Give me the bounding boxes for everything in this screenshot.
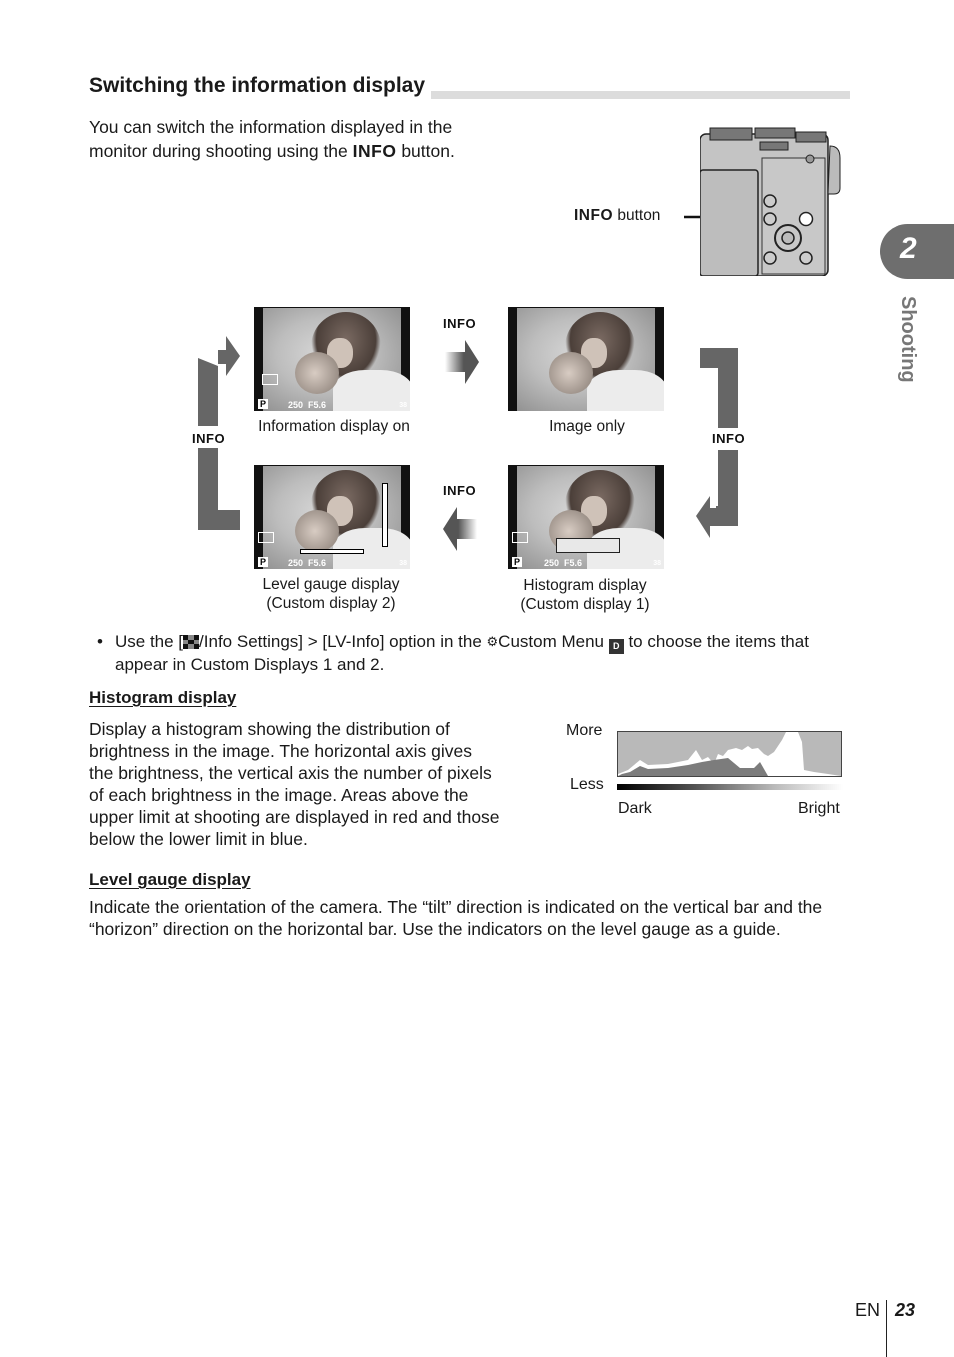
info-arrow-label: INFO <box>192 431 226 446</box>
histogram-shape <box>618 732 841 776</box>
aperture: F5.6 <box>308 400 327 410</box>
section-title: Switching the information display <box>89 72 432 100</box>
caption-line: (Custom display 2) <box>266 595 396 612</box>
bullet-marker: • <box>97 632 103 651</box>
caption-info-display-on: Information display on <box>258 418 410 435</box>
custom-menu-d-icon: D <box>608 639 624 654</box>
aperture: F5.6 <box>308 558 327 568</box>
vertical-level-bar <box>382 483 388 547</box>
chapter-label: Shooting <box>877 296 937 406</box>
bullet-note: • Use the [ /Info Settings] > [LV-Info] o… <box>97 631 857 676</box>
info-key-name: INFO <box>352 140 397 161</box>
screen-image-only <box>508 307 664 411</box>
chapter-tab <box>880 224 954 279</box>
shots-remaining: 38 <box>399 560 407 567</box>
footer-divider <box>886 1300 887 1357</box>
info-arrow-label: INFO <box>712 431 746 446</box>
hist-dark-label: Dark <box>618 800 652 817</box>
hist-less-label: Less <box>570 776 604 793</box>
chapter-label-text: Shooting <box>897 296 919 383</box>
horizontal-level-bar <box>300 549 364 554</box>
level-gauge-description: Indicate the orientation of the camera. … <box>89 897 823 939</box>
info-arrow-label: INFO <box>443 483 477 498</box>
shutter-speed: 250 <box>288 558 304 568</box>
caption-line: (Custom display 1) <box>520 596 650 613</box>
note-text: /Info Settings] > [LV-Info] option in th… <box>199 632 487 651</box>
grid-icon <box>183 635 200 649</box>
left-arrow-icon <box>443 507 477 551</box>
caption-line: Level gauge display <box>262 576 400 593</box>
caption-line: Histogram display <box>523 577 647 594</box>
callout-text: button <box>613 207 661 224</box>
caption-histogram: Histogram display (Custom display 1) <box>490 576 680 614</box>
shots-remaining: 38 <box>399 402 407 409</box>
right-arrow-icon <box>445 340 479 384</box>
touch-icon <box>262 374 278 385</box>
info-button-icon <box>798 211 814 227</box>
intro-paragraph: You can switch the information displayed… <box>89 116 499 163</box>
brightness-gradient <box>617 784 843 790</box>
shutter-speed: 250 <box>288 400 304 410</box>
level-gauge-heading: Level gauge display <box>89 870 251 889</box>
caption-image-only: Image only <box>549 418 625 435</box>
language-label: EN <box>855 1300 881 1320</box>
gear-icon: ⚙ <box>486 634 499 649</box>
touch-icon <box>258 532 274 543</box>
histogram-description: Display a histogram showing the distribu… <box>89 719 500 849</box>
note-text: Use the [ <box>115 632 184 651</box>
mode-indicator: P <box>512 557 523 567</box>
photo-preview <box>517 466 664 569</box>
info-button-callout: INFO button <box>574 207 660 225</box>
mini-histogram <box>556 538 620 553</box>
shots-remaining: 38 <box>653 560 661 567</box>
caption-level-gauge: Level gauge display (Custom display 2) <box>236 575 426 613</box>
chapter-number: 2 <box>900 232 917 265</box>
screen-info-display-on: P 250 F5.6 38 <box>254 307 410 411</box>
touch-icon <box>512 532 528 543</box>
hist-bright-label: Bright <box>798 800 840 817</box>
hist-more-label: More <box>566 722 603 739</box>
aperture: F5.6 <box>564 558 583 568</box>
note-text: Custom Menu <box>498 632 609 651</box>
shutter-speed: 250 <box>544 558 560 568</box>
camera-back-illustration <box>700 127 841 276</box>
photo-preview <box>263 308 410 411</box>
page-number: 23 <box>895 1300 916 1320</box>
info-key-name: INFO <box>574 207 614 224</box>
photo-preview <box>517 308 664 411</box>
screen-histogram: P 250 F5.6 38 <box>508 465 664 569</box>
info-arrow-label: INFO <box>443 316 477 331</box>
intro-text-end: button. <box>396 140 455 161</box>
mode-indicator: P <box>258 399 269 409</box>
histogram-figure <box>617 731 842 777</box>
histogram-heading: Histogram display <box>89 688 237 707</box>
mode-indicator: P <box>258 557 269 567</box>
screen-level-gauge: P 250 F5.6 38 <box>254 465 410 569</box>
